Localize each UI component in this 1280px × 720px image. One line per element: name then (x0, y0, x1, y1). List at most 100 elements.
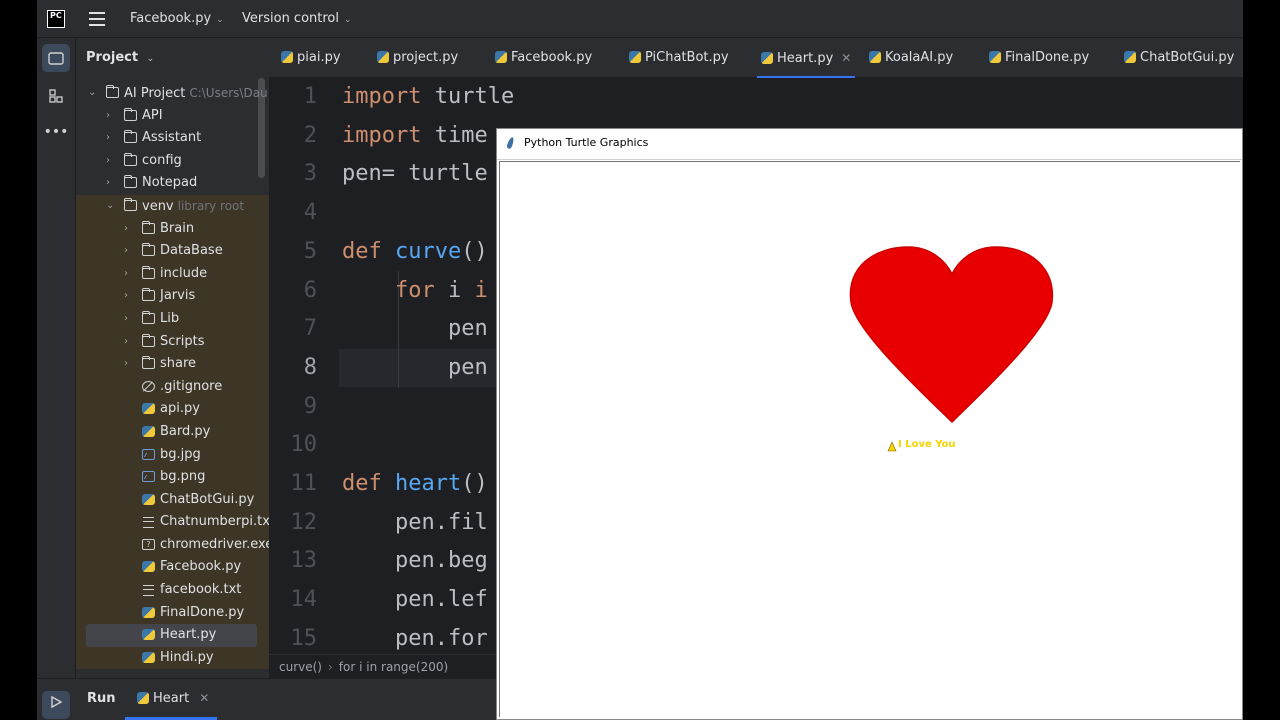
tree-item-label: include (160, 265, 208, 281)
tree-item[interactable]: › Jarvis (76, 285, 269, 308)
tree-item[interactable]: ⌄ AI Project C:\Users\Dau (76, 82, 269, 105)
tree-item-text: FinalDone.py (160, 602, 244, 625)
tree-item-text: bg.png (160, 466, 205, 489)
structure-tool-button[interactable] (42, 82, 70, 110)
breadcrumb-separator: › (327, 660, 333, 674)
chevron-right-icon[interactable]: › (124, 331, 128, 354)
close-icon[interactable]: ✕ (199, 691, 209, 705)
title-bar: PC Facebook.py ⌄ Version control ⌄ (37, 0, 1243, 38)
chevron-right-icon[interactable]: › (124, 263, 128, 286)
breadcrumb-item[interactable]: for i in range(200) (339, 660, 448, 674)
line-number: 5 (303, 238, 317, 264)
line-number: 10 (290, 432, 318, 458)
chevron-right-icon[interactable]: › (124, 218, 128, 241)
line-number: 2 (303, 122, 317, 148)
main-menu-icon[interactable] (89, 12, 105, 26)
tree-item[interactable]: › DataBase (76, 240, 269, 263)
folder-icon (142, 288, 155, 302)
code-line: def curve() (342, 238, 488, 264)
turtle-graphics-window: Python Turtle Graphics I Love You (496, 128, 1243, 720)
run-tab-heart[interactable]: Heart ✕ (137, 691, 209, 706)
tree-item-label: Jarvis (160, 288, 196, 304)
code-line: pen.lef (342, 587, 488, 613)
editor-tab[interactable]: Heart.py ✕ (756, 38, 856, 78)
tree-item[interactable]: bg.jpg (76, 443, 269, 467)
tree-item-text: Bard.py (160, 421, 210, 444)
editor-tab[interactable]: PiChatBot.py (629, 38, 729, 78)
chevron-down-icon[interactable]: ⌄ (88, 82, 96, 105)
close-icon[interactable]: ✕ (841, 51, 851, 65)
pycharm-logo-icon[interactable]: PC (47, 10, 65, 28)
tree-item[interactable]: ⌄ venv library root (76, 194, 269, 218)
project-tool-button[interactable] (42, 44, 70, 72)
tree-item[interactable]: Facebook.py (76, 556, 269, 580)
tree-item-label: config (142, 152, 182, 168)
line-number: 15 (290, 625, 318, 651)
tree-item[interactable]: › Scripts (76, 330, 269, 354)
project-switcher[interactable]: Facebook.py ⌄ (130, 11, 224, 26)
folder-icon (142, 220, 155, 234)
python-file-icon (137, 692, 149, 704)
tree-item[interactable]: › Assistant (76, 127, 269, 150)
tree-item[interactable]: Heart.py (76, 624, 269, 647)
chevron-down-icon: ⌄ (216, 15, 224, 25)
python-file-icon (1124, 51, 1136, 63)
tree-item[interactable]: › API (76, 105, 269, 128)
tree-item[interactable]: .gitignore (76, 375, 269, 399)
run-icon (51, 695, 63, 709)
editor-tab[interactable]: piai.py (281, 38, 341, 78)
line-number: 7 (303, 316, 317, 342)
tree-item[interactable]: › Lib (76, 307, 269, 331)
editor-tab[interactable]: ChatBotGui.py (1124, 38, 1234, 78)
tree-item[interactable]: api.py (76, 398, 269, 421)
line-number: 4 (303, 200, 317, 226)
run-tool-button[interactable] (42, 691, 70, 719)
tree-item[interactable]: bg.png (76, 466, 269, 489)
chevron-right-icon[interactable]: › (106, 172, 110, 195)
chevron-right-icon[interactable]: › (124, 308, 128, 331)
chevron-right-icon[interactable]: › (124, 285, 128, 308)
editor-tab[interactable]: FinalDone.py (989, 38, 1089, 78)
tree-item-text: Assistant (142, 127, 201, 150)
chevron-right-icon[interactable]: › (106, 127, 110, 150)
chevron-down-icon[interactable]: ⌄ (106, 195, 114, 218)
turtle-cursor-icon (887, 441, 897, 452)
turtle-canvas[interactable]: I Love You (499, 161, 1240, 717)
more-tools-button[interactable]: ••• (42, 118, 70, 146)
editor-tab[interactable]: project.py (377, 38, 458, 78)
editor-tab-label: FinalDone.py (1005, 50, 1090, 65)
project-panel-header[interactable]: Project ⌄ (86, 50, 154, 65)
chevron-right-icon[interactable]: › (106, 105, 110, 128)
tree-item[interactable]: › Brain (76, 217, 269, 241)
tree-item[interactable]: ChatBotGui.py (76, 488, 269, 512)
chevron-right-icon[interactable]: › (106, 150, 110, 173)
tree-item[interactable]: › Notepad (76, 172, 269, 195)
chevron-right-icon[interactable]: › (124, 353, 128, 376)
version-control-menu[interactable]: Version control ⌄ (242, 11, 352, 26)
tree-item[interactable]: › include (76, 262, 269, 286)
tree-item-label: api.py (160, 401, 200, 417)
tree-item[interactable]: facebook.txt (76, 579, 269, 602)
heart-text: I Love You (898, 439, 956, 450)
tree-item[interactable]: Hindi.py (76, 646, 269, 670)
editor-tab[interactable]: Facebook.py (495, 38, 592, 78)
python-file-icon (142, 403, 155, 415)
tree-item[interactable]: ? chromedriver.exe (76, 533, 269, 557)
tree-item[interactable]: › share (76, 353, 269, 376)
turtle-window-titlebar[interactable]: Python Turtle Graphics (497, 129, 1242, 160)
tree-item[interactable]: Bard.py (76, 420, 269, 444)
tree-item-text: DataBase (160, 240, 223, 263)
tree-item[interactable]: FinalDone.py (76, 601, 269, 625)
folder-icon (124, 130, 137, 144)
text-file-icon (142, 516, 155, 529)
breadcrumb-item[interactable]: curve() (279, 660, 322, 674)
chevron-right-icon[interactable]: › (124, 240, 128, 263)
tree-item-label: Scripts (160, 333, 205, 349)
tree-item[interactable]: › config (76, 150, 269, 173)
tree-item-text: Heart.py (160, 624, 216, 647)
tree-item[interactable]: Chatnumberpi.txt (76, 511, 269, 534)
python-file-icon (377, 51, 389, 63)
library-root-note: library root (177, 198, 245, 213)
tree-item-text: bg.jpg (160, 444, 201, 467)
editor-tab[interactable]: KoalaAI.py (869, 38, 953, 78)
